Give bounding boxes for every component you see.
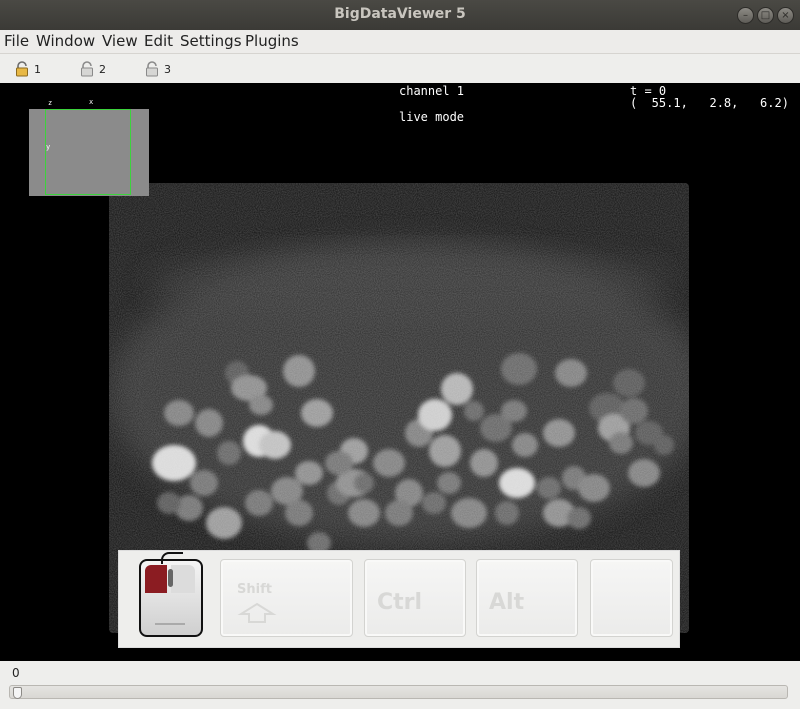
arrow-up-icon	[237, 602, 277, 623]
padlock-icon	[81, 61, 93, 77]
input-help-panel: Shift Ctrl Alt	[118, 550, 680, 648]
window-title: BigDataViewer 5	[334, 6, 466, 22]
padlock-icon	[146, 61, 158, 77]
axis-y-label: y	[46, 143, 51, 151]
mouse-icon	[139, 552, 203, 637]
menu-file[interactable]: File	[4, 32, 29, 50]
toolbar: 1 2 3	[0, 54, 800, 84]
timepoint-panel: 0	[0, 661, 800, 709]
channel-label: channel 1	[399, 84, 465, 98]
alt-key-label: Alt	[489, 590, 525, 615]
ctrl-key-label: Ctrl	[377, 590, 423, 615]
menu-edit[interactable]: Edit	[144, 32, 173, 50]
lock-group-2[interactable]: 2	[79, 60, 106, 78]
shift-key-label: Shift	[237, 582, 272, 597]
title-bar: BigDataViewer 5 – □ ×	[0, 0, 800, 30]
close-button[interactable]: ×	[777, 7, 794, 24]
mode-label: live mode	[399, 110, 465, 124]
menu-view[interactable]: View	[102, 32, 138, 50]
timepoint-slider-label: 0	[12, 666, 20, 680]
viewer-canvas[interactable]: z x y channel 1 live mode t = 0 ( 55.1, …	[0, 83, 800, 661]
maximize-button[interactable]: □	[757, 7, 774, 24]
shift-key: Shift	[220, 559, 353, 637]
viewport-frame	[45, 109, 131, 195]
menu-window[interactable]: Window	[36, 32, 95, 50]
lock-group-1[interactable]: 1	[14, 60, 41, 78]
blank-key	[590, 559, 673, 637]
axis-x-label: x	[89, 98, 94, 106]
minimize-button[interactable]: –	[737, 7, 754, 24]
coordinates-readout: ( 55.1, 2.8, 6.2)	[630, 96, 789, 110]
timepoint-slider[interactable]	[9, 685, 788, 699]
menu-plugins[interactable]: Plugins	[245, 32, 299, 50]
lock-group-label: 2	[99, 62, 106, 76]
overview-minimap: z x y	[29, 98, 149, 196]
menu-bar: File Window View Edit Settings Plugins	[0, 30, 800, 54]
axis-z-label: z	[48, 99, 53, 107]
ctrl-key: Ctrl	[364, 559, 466, 637]
menu-settings[interactable]: Settings	[180, 32, 242, 50]
alt-key: Alt	[476, 559, 578, 637]
lock-group-label: 3	[164, 62, 171, 76]
padlock-icon	[16, 61, 28, 77]
lock-group-3[interactable]: 3	[144, 60, 171, 78]
slider-thumb[interactable]	[13, 687, 22, 699]
lock-group-label: 1	[34, 62, 41, 76]
